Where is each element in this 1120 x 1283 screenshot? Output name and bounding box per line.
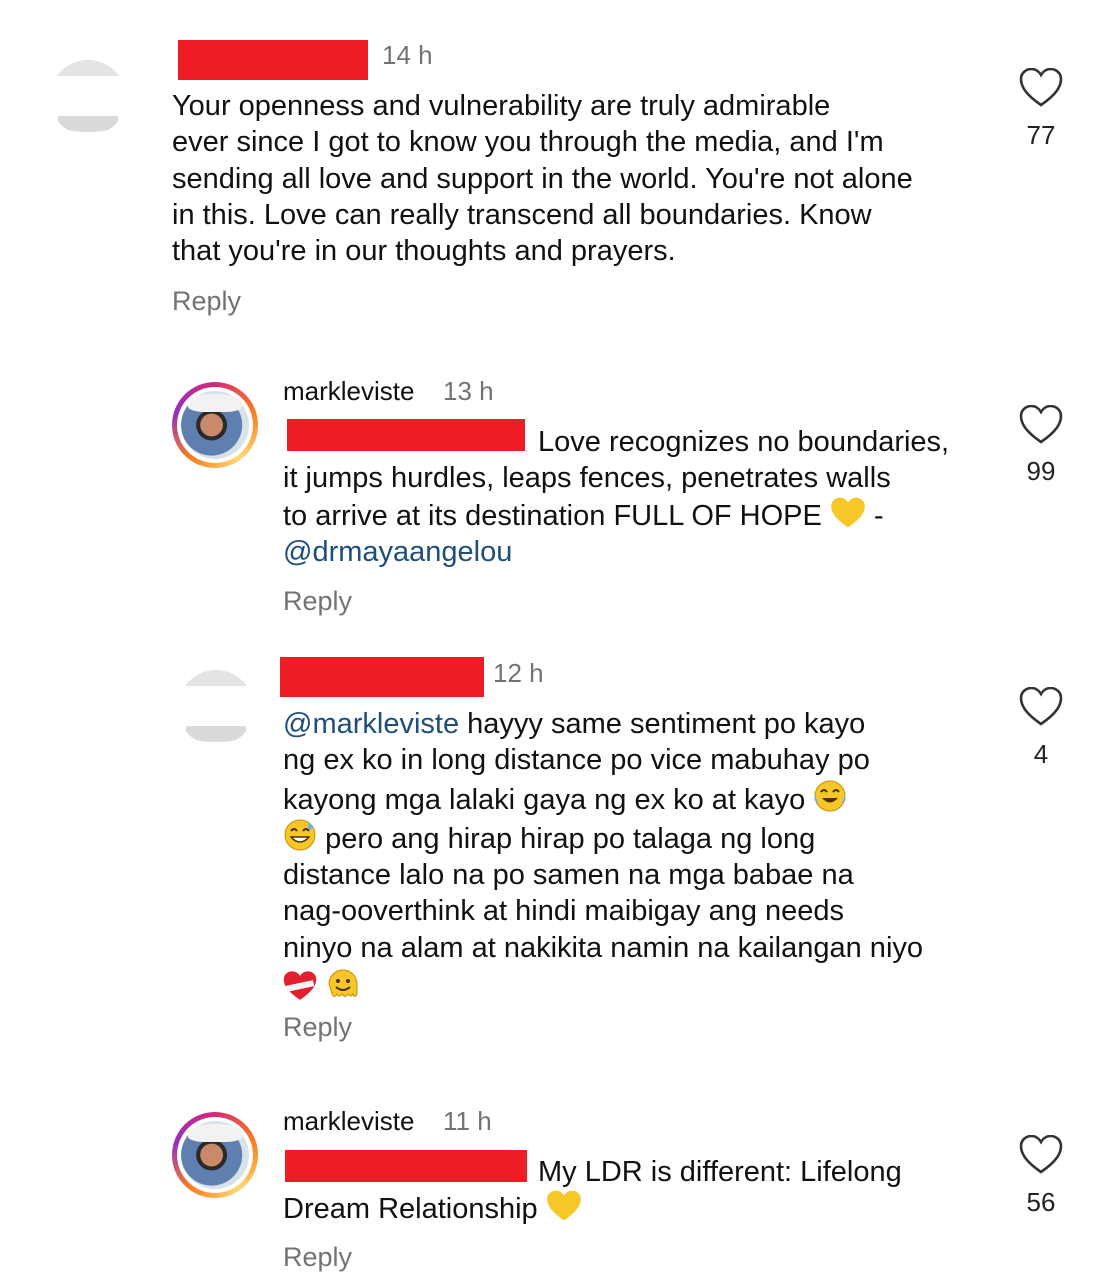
comment-text: My LDR is different: Lifelong Dream Rela… (283, 1154, 1003, 1228)
comment-4: markleviste 11 h My LDR is different: Li… (0, 0, 1120, 1283)
comment-line: Dream Relationship (283, 1190, 1003, 1227)
heart-icon[interactable] (1019, 1135, 1063, 1175)
like-count: 56 (1026, 1187, 1056, 1217)
comment-time: 11 h (443, 1106, 492, 1136)
comment-line: My LDR is different: Lifelong (538, 1156, 902, 1188)
comment-line-text: Dream Relationship (283, 1193, 538, 1226)
yellow-heart-emoji (546, 1191, 581, 1221)
avatar[interactable] (172, 1112, 258, 1198)
username[interactable]: markleviste (283, 1106, 414, 1137)
reply-button[interactable]: Reply (283, 1242, 352, 1273)
